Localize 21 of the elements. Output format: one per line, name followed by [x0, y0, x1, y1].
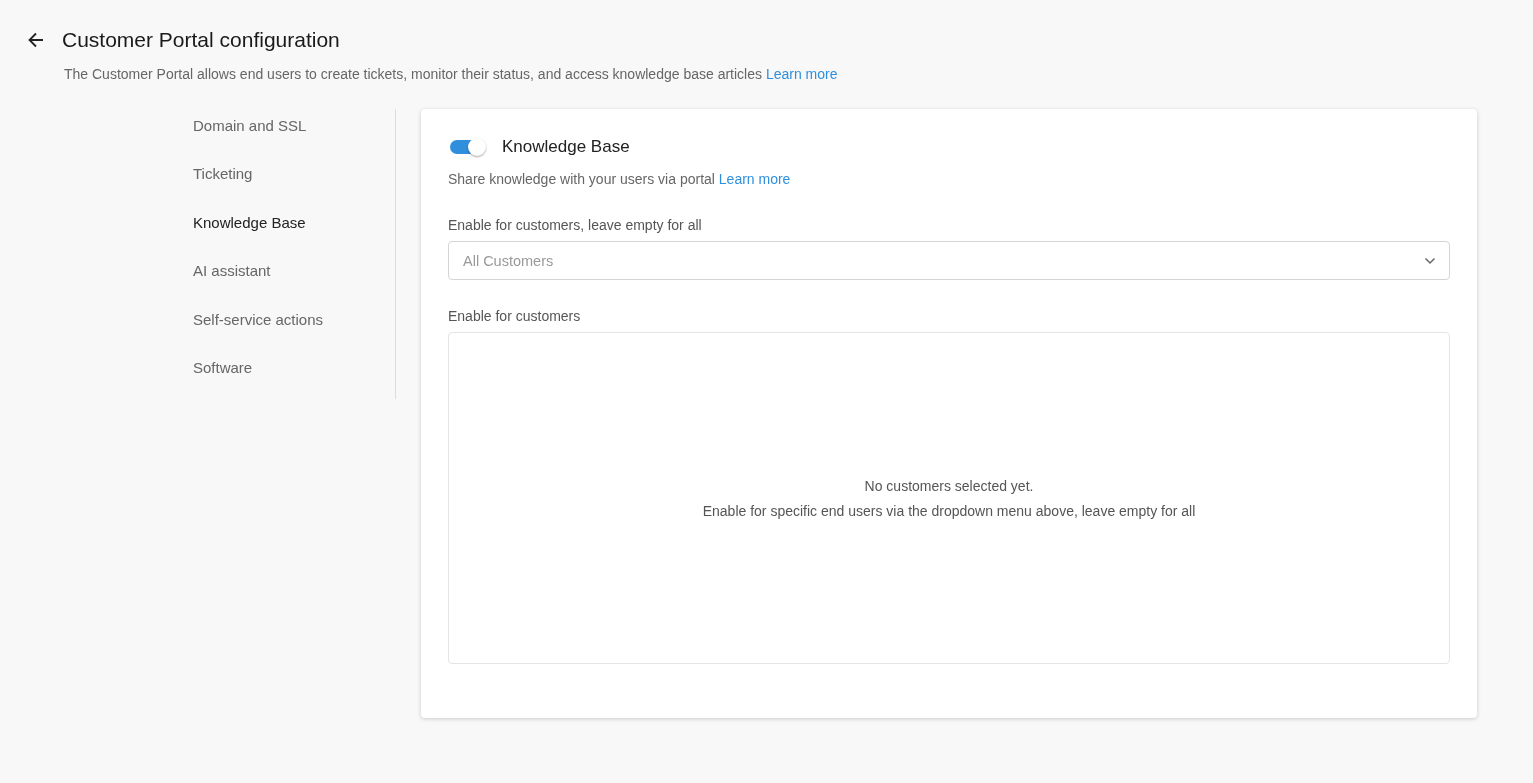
list-label: Enable for customers: [448, 308, 581, 324]
back-arrow-icon: [26, 30, 46, 50]
customers-dropdown[interactable]: All Customers: [448, 241, 1450, 280]
sidebar-item[interactable]: Domain and SSL: [193, 116, 307, 165]
sidebar-item[interactable]: Ticketing: [193, 164, 253, 213]
learn-more-link[interactable]: Learn more: [765, 66, 838, 82]
empty-title: No customers selected yet.: [864, 477, 1034, 494]
toggle-label: Knowledge Base: [502, 137, 630, 157]
empty-hint: Enable for specific end users via the dropdown menu above, leave empty for all: [702, 502, 1196, 519]
sidebar-item[interactable]: Self-service actions: [193, 309, 324, 358]
page-title: Customer Portal configuration: [62, 28, 340, 52]
chevron-down-icon: [1424, 257, 1436, 265]
field-label: Enable for customers, leave empty for all: [448, 217, 702, 233]
sidebar-item[interactable]: AI assistant: [193, 261, 271, 310]
sidebar-item[interactable]: Software: [193, 357, 253, 407]
page-description: The Customer Portal allows end users to create tickets, monitor their status, and access knowledge base articles: [64, 66, 762, 82]
toggle-switch[interactable]: [450, 140, 484, 154]
sidebar-item[interactable]: Knowledge Base: [193, 212, 306, 262]
back-button[interactable]: [26, 30, 46, 50]
section-description: Share knowledge with your users via portal: [448, 171, 715, 187]
learn-more-link[interactable]: Learn more: [718, 171, 791, 187]
